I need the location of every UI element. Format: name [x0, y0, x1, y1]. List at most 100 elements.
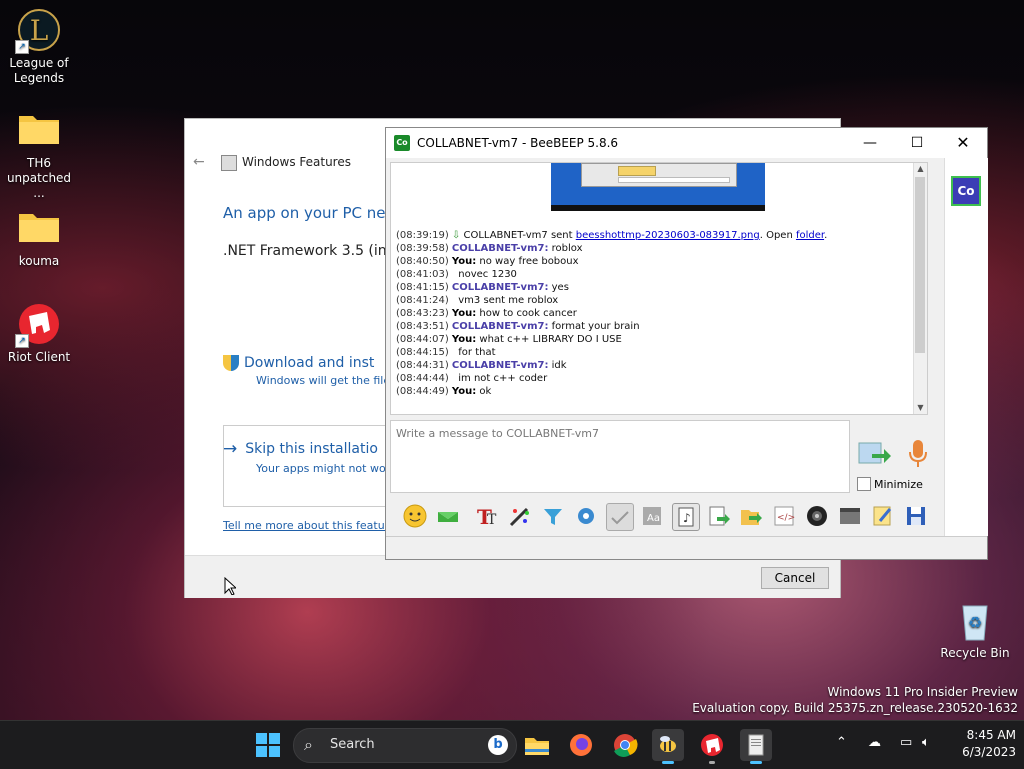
folder-icon [17, 206, 61, 250]
clock[interactable]: 8:45 AM 6/3/2023 [950, 727, 1016, 761]
chat-message: (08:39:58) COLLABNET-vm7: roblox [396, 243, 583, 254]
chat-toolbar: TT Aa ♪ </> [390, 500, 938, 534]
windows-logo-pane [269, 733, 280, 744]
camera-icon[interactable] [804, 503, 830, 529]
chat-message: (08:41:24) vm3 sent me roblox [396, 295, 558, 306]
search-icon: ⌕ [304, 735, 313, 754]
watermark-line2: Evaluation copy. Build 25375.zn_release.… [692, 701, 1018, 715]
font-icon[interactable]: TT [474, 503, 500, 529]
shortcut-arrow-icon: ↗ [15, 40, 29, 54]
text-icon[interactable]: Aa [639, 503, 665, 529]
network-icon[interactable]: ▭ [900, 735, 912, 750]
send-file-icon[interactable] [738, 503, 764, 529]
active-indicator [662, 761, 674, 764]
file-explorer-icon[interactable] [521, 729, 553, 761]
svg-text:</>: </> [777, 513, 795, 523]
message-text: novec 1230 [458, 269, 517, 280]
filter-icon[interactable] [540, 503, 566, 529]
desktop-icon-recycle-bin[interactable]: ♻ Recycle Bin [938, 598, 1012, 661]
message-time: (08:39:58) [396, 243, 449, 254]
message-text: vm3 sent me roblox [458, 295, 559, 306]
volume-icon[interactable]: 🔈︎ [922, 735, 930, 750]
running-indicator [709, 761, 715, 764]
title-bar[interactable]: Co COLLABNET-vm7 - BeeBEEP 5.8.6 — ☐ ✕ [386, 128, 987, 158]
desktop-icon-label: Recycle Bin [940, 646, 1010, 660]
screenshot-icon[interactable] [837, 503, 863, 529]
chat-history[interactable]: (08:39:19) ⇩ COLLABNET-vm7 sent beesshot… [390, 162, 928, 415]
note-icon[interactable]: ♪ [672, 503, 700, 531]
settings-icon[interactable] [573, 503, 599, 529]
shortcut-arrow-icon: ↗ [15, 334, 29, 348]
message-sender: You: [451, 386, 477, 397]
chat-scrollbar[interactable]: ▲ ▼ [913, 163, 927, 414]
edit-icon[interactable] [870, 503, 896, 529]
save-icon[interactable] [903, 503, 929, 529]
svg-text:Aa: Aa [647, 513, 660, 524]
microphone-icon[interactable] [907, 438, 929, 470]
spellcheck-icon[interactable] [606, 503, 634, 531]
save-chat-icon[interactable] [705, 503, 731, 529]
dialog-title: Windows Features [242, 155, 351, 169]
message-input[interactable]: Write a message to COLLABNET-vm7 [390, 420, 850, 493]
clock-time: 8:45 AM [966, 728, 1016, 742]
desktop-icon-riot-client[interactable]: ↗ Riot Client [2, 302, 76, 365]
chat-message: (08:44:15) for that [396, 347, 496, 358]
status-bar [386, 536, 987, 559]
svg-text:L: L [30, 14, 49, 47]
skip-option[interactable]: → Skip this installatio Your apps might … [223, 439, 388, 475]
scroll-down-icon[interactable]: ▼ [914, 402, 927, 414]
back-arrow-icon[interactable]: ← [193, 154, 205, 170]
scroll-up-icon[interactable]: ▲ [914, 163, 927, 175]
window-title: COLLABNET-vm7 - BeeBEEP 5.8.6 [417, 136, 619, 150]
message-text: format your brain [551, 321, 640, 332]
windows-features-icon [221, 155, 237, 171]
screenshot-thumbnail[interactable] [551, 163, 765, 211]
taskbar-search[interactable]: ⌕ Search b [293, 728, 517, 763]
chat-message: (08:44:07) You: what c++ LIBRARY DO I US… [396, 334, 622, 345]
scrollbar-thumb[interactable] [915, 177, 925, 353]
download-option[interactable]: Download and inst Windows will get the f… [223, 355, 388, 387]
screenshot-button [618, 166, 656, 176]
watermark-line1: Windows 11 Pro Insider Preview [827, 685, 1018, 699]
notepad-icon[interactable] [740, 729, 772, 764]
firefox-icon[interactable] [565, 729, 597, 761]
emoticon-icon[interactable] [402, 503, 428, 529]
chrome-icon[interactable] [609, 729, 641, 761]
beebeep-icon[interactable] [652, 729, 684, 764]
desktop-icon-kouma[interactable]: kouma [2, 206, 76, 269]
avatar[interactable]: Co [951, 176, 981, 206]
beebeep-app-icon: Co [394, 135, 410, 151]
maximize-window-icon[interactable]: ☐ [907, 133, 927, 153]
message-time: (08:44:31) [396, 360, 449, 371]
folder-link[interactable]: folder [796, 230, 824, 241]
close-window-icon[interactable]: ✕ [953, 133, 973, 153]
desktop-icon-label: kouma [18, 254, 60, 268]
riot-client-icon[interactable] [696, 729, 728, 764]
minimize-window-icon[interactable]: — [860, 133, 880, 153]
chat-message: (08:43:51) COLLABNET-vm7: format your br… [396, 321, 640, 332]
desktop-icon-league-of-legends[interactable]: L ↗ League of Legends [2, 8, 76, 86]
message-time: (08:40:50) [396, 256, 449, 267]
cancel-button[interactable]: Cancel [761, 567, 829, 589]
color-picker-icon[interactable] [507, 503, 533, 529]
shield-icon [223, 355, 239, 371]
message-text: for that [458, 347, 496, 358]
desktop-icon-th6[interactable]: TH6 unpatched ... [2, 108, 76, 201]
envelope-icon[interactable] [435, 503, 461, 529]
start-button[interactable] [256, 733, 280, 757]
dialog-footer [185, 555, 840, 598]
chevron-up-icon[interactable]: ⌃ [836, 735, 847, 750]
message-text: idk [551, 360, 567, 371]
message-sender: You: [451, 334, 477, 345]
windows-logo-icon [256, 733, 267, 744]
message-text: yes [551, 282, 569, 293]
message-time: (08:44:49) [396, 386, 449, 397]
cloud-offline-icon[interactable]: ☁ [868, 735, 881, 750]
code-icon[interactable]: </> [771, 503, 797, 529]
file-link[interactable]: beesshottmp-20230603-083917.png [576, 230, 760, 241]
tell-me-more-link[interactable]: Tell me more about this feature [223, 519, 388, 532]
send-message-icon[interactable] [858, 440, 892, 468]
minimize-checkbox[interactable] [857, 477, 871, 491]
message-time: (08:44:07) [396, 334, 449, 345]
clock-date: 6/3/2023 [962, 745, 1016, 759]
